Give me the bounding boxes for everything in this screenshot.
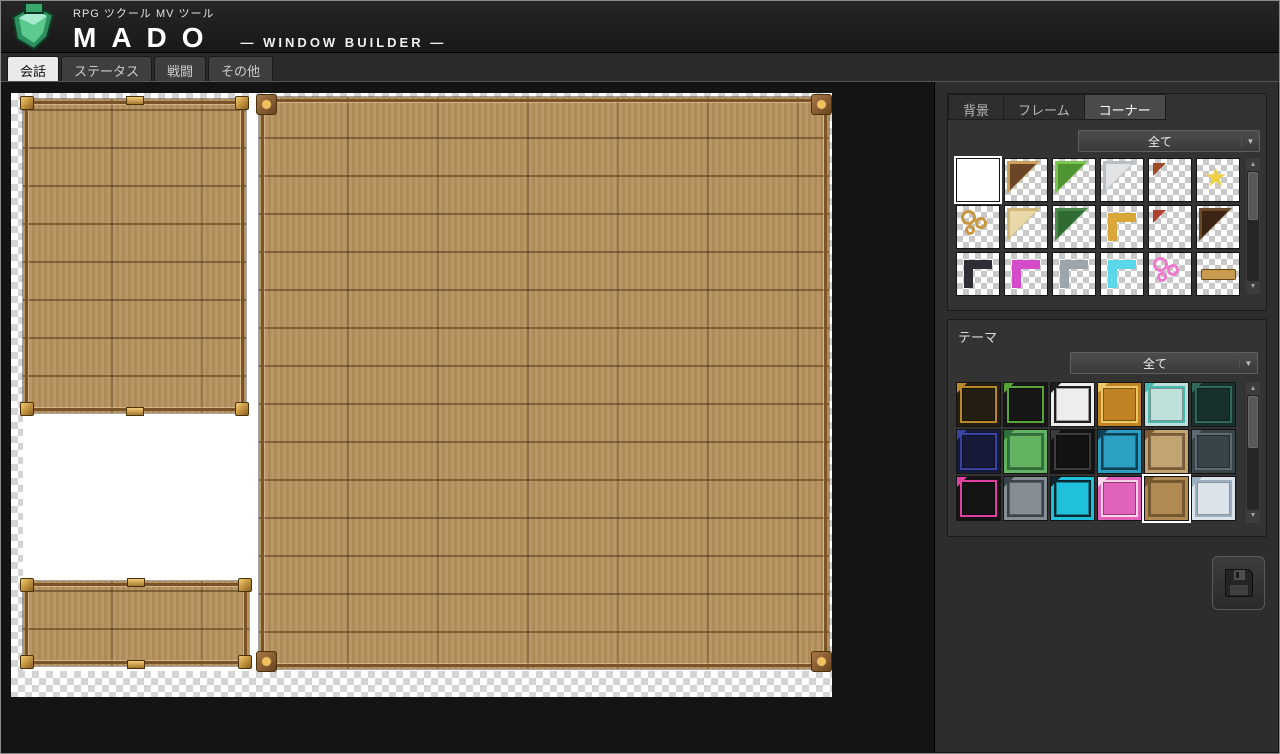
- corner-item-wood-brown[interactable]: [1004, 158, 1048, 202]
- theme-filter-dropdown[interactable]: 全て ▼: [1070, 352, 1258, 374]
- wood-corner-piece: [811, 651, 832, 672]
- asset-tab-haikei[interactable]: 背景: [948, 94, 1004, 120]
- save-button[interactable]: [1212, 556, 1265, 610]
- window-panel-large[interactable]: [259, 97, 829, 669]
- transparency-checker: [829, 93, 832, 697]
- app-header: RPG ツクール MV ツール MADO — WINDOW BUILDER —: [1, 1, 1279, 53]
- content-area: 背景フレームコーナー 全て ▼ ★ ▲ ▼ テーマ 全て ▼: [2, 82, 1278, 752]
- corner-item-pink-ornate[interactable]: [1148, 252, 1192, 296]
- transparency-checker: [11, 671, 832, 697]
- gold-edge-clip: [126, 96, 144, 105]
- main-tab-sonota[interactable]: その他: [208, 56, 273, 81]
- main-tab-kaiwa[interactable]: 会話: [7, 56, 59, 81]
- app-subtitle: RPG ツクール MV ツール: [73, 5, 446, 21]
- scrollbar-thumb[interactable]: [1248, 396, 1258, 448]
- corner-item-black-corner[interactable]: [956, 252, 1000, 296]
- theme-item-orange-gold[interactable]: [1097, 382, 1142, 427]
- corner-item-red-arrow[interactable]: [1148, 205, 1192, 249]
- gold-corner-clip: [20, 655, 34, 669]
- corner-item-gold-scroll[interactable]: [956, 205, 1000, 249]
- asset-tab-corner[interactable]: コーナー: [1085, 94, 1166, 120]
- gold-edge-clip: [127, 578, 145, 587]
- corner-item-steel-bracket[interactable]: [1052, 252, 1096, 296]
- scroll-down-icon[interactable]: ▼: [1247, 510, 1259, 522]
- window-panel-bottom-left[interactable]: [23, 581, 249, 666]
- gold-corner-clip: [235, 96, 249, 110]
- theme-item-teal-star[interactable]: [1144, 382, 1189, 427]
- mado-gem-logo-icon: [7, 3, 61, 51]
- chevron-down-icon: ▼: [1239, 359, 1257, 368]
- gold-corner-clip: [20, 402, 34, 416]
- gold-corner-clip: [20, 578, 34, 592]
- gold-corner-clip: [235, 402, 249, 416]
- corner-grid: ★: [956, 158, 1244, 296]
- scroll-down-icon[interactable]: ▼: [1247, 281, 1259, 293]
- app-titles: RPG ツクール MV ツール MADO — WINDOW BUILDER —: [73, 5, 446, 54]
- theme-grid: [956, 382, 1240, 521]
- corner-item-gold-bar[interactable]: [1196, 252, 1240, 296]
- theme-item-black-plant[interactable]: [1003, 382, 1048, 427]
- theme-item-cyan-grid[interactable]: [1050, 476, 1095, 521]
- corner-item-gold-star[interactable]: ★: [1196, 158, 1240, 202]
- theme-item-white-black[interactable]: [1050, 382, 1095, 427]
- mado-window-builder-app: RPG ツクール MV ツール MADO — WINDOW BUILDER — …: [0, 0, 1280, 754]
- corner-item-white-paper[interactable]: [1100, 158, 1144, 202]
- corner-item-dark-green[interactable]: [1052, 205, 1096, 249]
- corner-item-blank[interactable]: [956, 158, 1000, 202]
- main-tab-status[interactable]: ステータス: [61, 56, 152, 81]
- theme-item-black-pink[interactable]: [956, 476, 1001, 521]
- transparency-checker: [11, 93, 23, 697]
- theme-item-black-dot[interactable]: [1050, 429, 1095, 474]
- gold-edge-clip: [126, 407, 144, 416]
- theme-item-dark-teal[interactable]: [1191, 382, 1236, 427]
- theme-panel: テーマ 全て ▼ ▲ ▼: [947, 319, 1267, 537]
- main-tab-bar: 会話ステータス戦闘その他: [1, 53, 1279, 82]
- corner-item-green-leaf[interactable]: [1052, 158, 1096, 202]
- wood-corner-piece: [256, 94, 277, 115]
- theme-scrollbar[interactable]: ▲ ▼: [1246, 382, 1260, 523]
- gold-corner-clip: [238, 578, 252, 592]
- gold-corner-clip: [20, 96, 34, 110]
- theme-item-pale-blue[interactable]: [1191, 476, 1236, 521]
- gold-corner-clip: [238, 655, 252, 669]
- corner-scrollbar[interactable]: ▲ ▼: [1246, 158, 1260, 294]
- gold-edge-clip: [127, 660, 145, 669]
- corner-item-pale-yellow[interactable]: [1004, 205, 1048, 249]
- theme-item-dark-gold[interactable]: [956, 382, 1001, 427]
- asset-tab-bar: 背景フレームコーナー: [948, 94, 1166, 120]
- theme-filter-value: 全て: [1071, 355, 1239, 372]
- window-panel-top-left[interactable]: [23, 99, 246, 413]
- wood-corner-piece: [256, 651, 277, 672]
- theme-item-navy[interactable]: [956, 429, 1001, 474]
- chevron-down-icon: ▼: [1241, 137, 1259, 146]
- corner-item-gold-bracket[interactable]: [1100, 205, 1144, 249]
- corner-filter-dropdown[interactable]: 全て ▼: [1078, 130, 1260, 152]
- theme-item-slate[interactable]: [1191, 429, 1236, 474]
- floppy-disk-icon: [1225, 569, 1253, 597]
- app-tagline: — WINDOW BUILDER —: [241, 35, 447, 50]
- corner-filter-value: 全て: [1079, 133, 1241, 150]
- main-tab-sentou[interactable]: 戦闘: [154, 56, 206, 81]
- theme-item-wood[interactable]: [1144, 476, 1189, 521]
- wood-corner-piece: [811, 94, 832, 115]
- theme-item-pink[interactable]: [1097, 476, 1142, 521]
- theme-panel-label: テーマ: [958, 327, 997, 346]
- corner-asset-panel: 背景フレームコーナー 全て ▼ ★ ▲ ▼: [947, 93, 1267, 311]
- window-preview-canvas[interactable]: [11, 93, 832, 697]
- theme-item-steel[interactable]: [1003, 476, 1048, 521]
- corner-item-cyan-bracket[interactable]: [1100, 252, 1144, 296]
- corner-item-red-clip[interactable]: [1148, 158, 1192, 202]
- scroll-up-icon[interactable]: ▲: [1247, 159, 1259, 171]
- theme-item-cyan-deep[interactable]: [1097, 429, 1142, 474]
- corner-item-magenta-corner[interactable]: [1004, 252, 1048, 296]
- theme-item-tan[interactable]: [1144, 429, 1189, 474]
- corner-item-dark-brown[interactable]: [1196, 205, 1240, 249]
- scrollbar-thumb[interactable]: [1248, 172, 1258, 220]
- right-sidebar: 背景フレームコーナー 全て ▼ ★ ▲ ▼ テーマ 全て ▼: [934, 82, 1278, 752]
- scroll-up-icon[interactable]: ▲: [1247, 383, 1259, 395]
- theme-item-green[interactable]: [1003, 429, 1048, 474]
- asset-tab-frame[interactable]: フレーム: [1004, 94, 1085, 120]
- app-title: MADO: [73, 22, 219, 54]
